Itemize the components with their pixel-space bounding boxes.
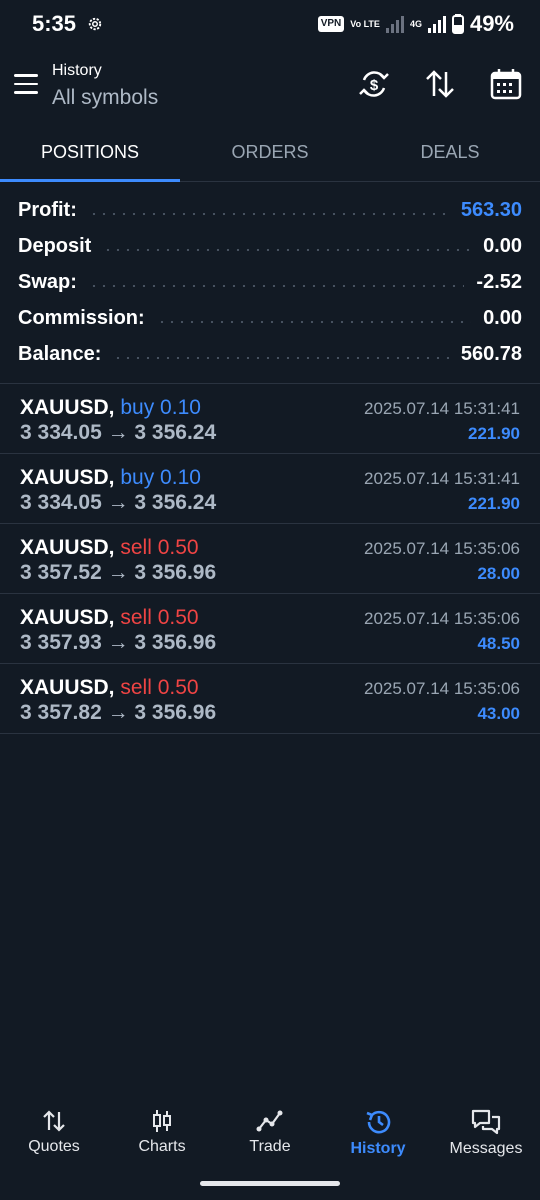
deal-time: 2025.07.14 15:31:41 bbox=[364, 399, 520, 418]
tab-deals[interactable]: DEALS bbox=[360, 126, 540, 181]
list-item[interactable]: XAUUSD, sell 0.50 3 357.52 → 3 356.96 20… bbox=[0, 524, 540, 594]
summary-label: Profit: bbox=[18, 198, 77, 221]
deal-time: 2025.07.14 15:35:06 bbox=[364, 679, 520, 698]
summary-value: 0.00 bbox=[483, 234, 522, 257]
leader-dots bbox=[113, 357, 449, 359]
quotes-icon bbox=[43, 1110, 65, 1132]
hamburger-menu-icon[interactable] bbox=[14, 74, 38, 94]
list-item[interactable]: XAUUSD, sell 0.50 3 357.82 → 3 356.96 20… bbox=[0, 664, 540, 734]
summary-label: Commission: bbox=[18, 306, 145, 329]
summary-row-balance: Balance: 560.78 bbox=[0, 336, 540, 372]
tab-positions[interactable]: POSITIONS bbox=[0, 126, 180, 182]
deal-prices: 3 334.05 → 3 356.24 bbox=[20, 491, 217, 514]
deal-profit: 221.90 bbox=[468, 494, 520, 513]
sort-icon[interactable] bbox=[422, 66, 458, 102]
deal-symbol: XAUUSD, bbox=[20, 396, 115, 419]
volte-indicator: Vo LTE bbox=[350, 18, 380, 29]
deal-prices: 3 357.82 → 3 356.96 bbox=[20, 701, 217, 724]
deal-side: sell 0.50 bbox=[120, 676, 199, 699]
positions-list: XAUUSD, buy 0.10 3 334.05 → 3 356.24 202… bbox=[0, 384, 540, 734]
svg-text:$: $ bbox=[370, 77, 379, 94]
messages-icon bbox=[471, 1109, 501, 1135]
list-item[interactable]: XAUUSD, buy 0.10 3 334.05 → 3 356.24 202… bbox=[0, 384, 540, 454]
deal-time: 2025.07.14 15:31:41 bbox=[364, 469, 520, 488]
history-icon bbox=[366, 1110, 391, 1134]
summary-value: -2.52 bbox=[476, 270, 522, 293]
vpn-badge: VPN bbox=[317, 16, 345, 32]
status-time: 5:35 bbox=[32, 11, 77, 36]
nav-label: Quotes bbox=[28, 1138, 80, 1155]
deal-side: sell 0.50 bbox=[120, 536, 199, 559]
nav-label: Messages bbox=[449, 1140, 523, 1157]
nav-quotes[interactable]: Quotes bbox=[0, 1100, 108, 1170]
leader-dots bbox=[103, 249, 472, 251]
list-item[interactable]: XAUUSD, buy 0.10 3 334.05 → 3 356.24 202… bbox=[0, 454, 540, 524]
home-indicator[interactable] bbox=[200, 1181, 340, 1186]
app-header: History All symbols $ bbox=[0, 56, 540, 120]
summary-value: 0.00 bbox=[483, 306, 522, 329]
bottom-nav: Quotes Charts Trade History Messages bbox=[0, 1100, 540, 1170]
battery-percent: 49% bbox=[469, 11, 514, 36]
currency-exchange-icon[interactable]: $ bbox=[356, 66, 392, 102]
leader-dots bbox=[88, 285, 465, 287]
history-tabs: POSITIONS ORDERS DEALS bbox=[0, 126, 540, 182]
signal-bars-sim2-icon bbox=[427, 15, 446, 33]
signal-bars-sim1-icon bbox=[385, 15, 404, 33]
deal-side: sell 0.50 bbox=[120, 606, 199, 629]
summary-label: Balance: bbox=[18, 342, 102, 365]
calendar-icon[interactable] bbox=[488, 66, 524, 102]
battery-icon bbox=[451, 14, 464, 34]
nav-history[interactable]: History bbox=[324, 1100, 432, 1170]
summary-row-profit: Profit: 563.30 bbox=[0, 192, 540, 228]
summary-label: Swap: bbox=[18, 270, 77, 293]
leader-dots bbox=[88, 213, 449, 215]
summary-value: 560.78 bbox=[460, 342, 522, 365]
account-summary: Profit: 563.30 Deposit 0.00 Swap: -2.52 … bbox=[0, 192, 540, 372]
deal-profit: 48.50 bbox=[477, 634, 520, 653]
nav-label: Charts bbox=[138, 1138, 186, 1155]
nav-label: Trade bbox=[249, 1138, 291, 1155]
deal-prices: 3 357.93 → 3 356.96 bbox=[20, 631, 217, 654]
network-type: 4G bbox=[409, 19, 422, 29]
symbol-filter[interactable]: All symbols bbox=[52, 86, 158, 110]
deal-time: 2025.07.14 15:35:06 bbox=[364, 539, 520, 558]
page-title: History bbox=[52, 62, 102, 79]
trade-icon bbox=[256, 1110, 283, 1132]
summary-value: 563.30 bbox=[460, 198, 522, 221]
deal-profit: 28.00 bbox=[477, 564, 520, 583]
deal-profit: 221.90 bbox=[468, 424, 520, 443]
nav-charts[interactable]: Charts bbox=[108, 1100, 216, 1170]
deal-profit: 43.00 bbox=[477, 704, 520, 723]
summary-row-swap: Swap: -2.52 bbox=[0, 264, 540, 300]
deal-prices: 3 357.52 → 3 356.96 bbox=[20, 561, 217, 584]
nav-messages[interactable]: Messages bbox=[432, 1100, 540, 1170]
deal-symbol: XAUUSD, bbox=[20, 466, 115, 489]
deal-symbol: XAUUSD, bbox=[20, 536, 115, 559]
deal-time: 2025.07.14 15:35:06 bbox=[364, 609, 520, 628]
charts-icon bbox=[153, 1110, 171, 1132]
status-bar: 5:35 VPN Vo LTE 4G 49% bbox=[0, 0, 540, 48]
deal-symbol: XAUUSD, bbox=[20, 676, 115, 699]
deal-side: buy 0.10 bbox=[120, 396, 201, 419]
summary-row-commission: Commission: 0.00 bbox=[0, 300, 540, 336]
summary-label: Deposit bbox=[18, 234, 92, 257]
leader-dots bbox=[156, 321, 472, 323]
nav-trade[interactable]: Trade bbox=[216, 1100, 324, 1170]
list-item[interactable]: XAUUSD, sell 0.50 3 357.93 → 3 356.96 20… bbox=[0, 594, 540, 664]
tab-orders[interactable]: ORDERS bbox=[180, 126, 360, 181]
summary-row-deposit: Deposit 0.00 bbox=[0, 228, 540, 264]
settings-gear-icon bbox=[88, 17, 102, 31]
deal-symbol: XAUUSD, bbox=[20, 606, 115, 629]
deal-side: buy 0.10 bbox=[120, 466, 201, 489]
nav-label: History bbox=[350, 1140, 406, 1157]
deal-prices: 3 334.05 → 3 356.24 bbox=[20, 421, 217, 444]
